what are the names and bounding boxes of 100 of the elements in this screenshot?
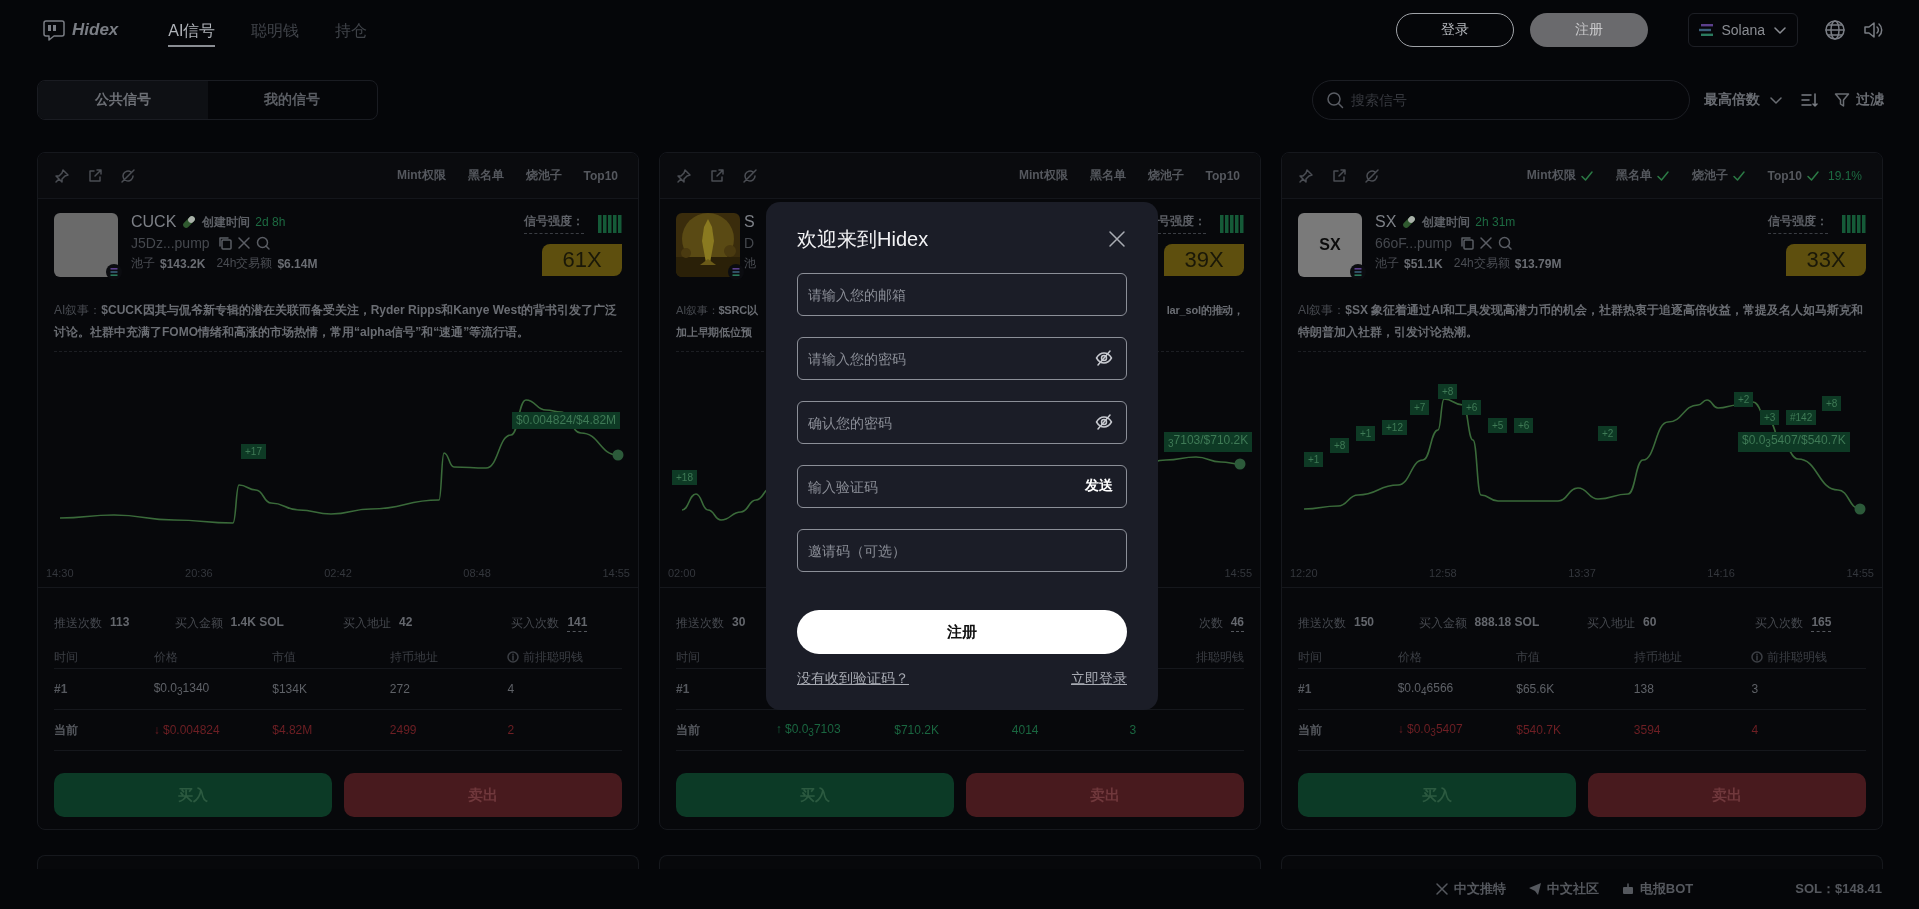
buy-count-tag: +8 (1822, 396, 1842, 411)
stat-label: 推送次数 (1298, 614, 1346, 632)
table-cell-text: $0.0$_{3}$1340 (153, 680, 211, 698)
table-cell-text: 当前 (1298, 721, 1323, 739)
buy-count-tag: +12 (1382, 420, 1407, 435)
token-name: S (744, 213, 755, 231)
nav-tab[interactable]: 聪明钱 (251, 13, 300, 47)
token-name: SX (1375, 213, 1397, 231)
register-button[interactable]: 注册 (1530, 13, 1649, 47)
info-icon (1751, 651, 1764, 663)
created-age: 2d 8h (255, 215, 286, 229)
buy-count-tag: +8 (1330, 438, 1350, 453)
sort-dropdown[interactable]: 最高倍数 (1704, 91, 1784, 109)
segment-tab[interactable]: 公共信号 (38, 81, 208, 119)
sort-icon[interactable] (1800, 91, 1818, 109)
multiplier-badge: 33X (1786, 244, 1866, 276)
paper-plane-icon (1527, 882, 1542, 896)
external-link-icon[interactable] (1331, 167, 1347, 184)
sol-price: SOL：$148.41 (1795, 880, 1882, 898)
resend-link[interactable]: 没有收到验证码？ (797, 670, 909, 688)
pool-value: $51.1K (1404, 256, 1443, 271)
signal-strength-label: 信号强度： (1768, 213, 1828, 234)
token-address: 66oF...pump (1375, 235, 1453, 251)
table-cell-text: ↓ $0.004824 (153, 723, 221, 737)
stat-label: 买入地址 (342, 614, 391, 632)
price-tag: $0.0$_{3}$5407/$540.7K (1738, 432, 1850, 453)
token-avatar (54, 213, 118, 277)
pin-icon[interactable] (676, 167, 692, 184)
buy-count-tag: +3 (1760, 410, 1780, 425)
buy-count-tag: +2 (1734, 392, 1754, 407)
stat-label: 买入金额 (1418, 614, 1467, 632)
input-field[interactable]: 确认您的密码 (797, 401, 1127, 444)
pool-label: 池子 (1375, 255, 1399, 272)
end-dot (1854, 503, 1866, 515)
segment-tab[interactable]: 我的信号 (207, 81, 377, 119)
x-logo-icon[interactable] (1479, 236, 1494, 250)
table-cell-text: $540.7K (1516, 723, 1562, 737)
table-cell-text: #1 (676, 682, 691, 696)
external-link-icon[interactable] (87, 167, 103, 184)
globe-icon[interactable] (1824, 19, 1846, 41)
register-submit-button[interactable]: 注册 (797, 610, 1127, 654)
search-icon[interactable] (255, 236, 270, 250)
input-field[interactable]: 邀请码（可选） (797, 529, 1127, 572)
table-cell-text: 当前 (676, 721, 701, 739)
footer-link[interactable]: 中文推特 (1434, 880, 1506, 898)
table-cell-text: 3 (1129, 723, 1138, 737)
nav-tab[interactable]: AI信号 (168, 13, 216, 47)
refresh-icon[interactable] (120, 167, 136, 184)
flag-label: Top10 (583, 168, 618, 183)
pin-icon[interactable] (54, 167, 70, 184)
volume-label: 24h交易额 (216, 255, 273, 272)
buy-count-tag: +7 (1410, 400, 1430, 415)
pool-label: 池 (744, 255, 756, 272)
login-link[interactable]: 立即登录 (1071, 670, 1127, 688)
volume-value: $6.14M (277, 256, 318, 271)
ai-narrative: 加上早期低位预 (676, 325, 752, 340)
eye-off-icon[interactable] (1095, 349, 1113, 367)
copy-icon[interactable] (217, 236, 232, 250)
pin-icon[interactable] (1298, 167, 1314, 184)
input-field[interactable]: 请输入您的密码 (797, 337, 1127, 380)
refresh-icon[interactable] (1364, 167, 1380, 184)
nav-tab[interactable]: 持仓 (335, 13, 368, 47)
table-cell-text: 4 (507, 682, 516, 696)
created-label: 创建时间 (1422, 213, 1471, 231)
send-code-button[interactable]: 发送 (1085, 477, 1113, 495)
strength-meter (598, 214, 622, 233)
table-cell-text: 3 (1751, 682, 1760, 696)
table-cell-text: 4014 (1011, 723, 1040, 737)
x-logo-icon[interactable] (236, 236, 251, 250)
pool-label: 池子 (131, 255, 155, 272)
flag-label: 烧池子 (1147, 167, 1184, 184)
footer-link[interactable]: 电报BOT (1620, 880, 1694, 898)
created-age: 2h 31m (1475, 215, 1516, 229)
table-cell-text: 138 (1633, 682, 1655, 696)
table-cell-text: ↓ $0.0$_{3}$5407 (1397, 721, 1464, 739)
stat-value: 30 (732, 614, 746, 631)
table-cell-text: #1 (1298, 682, 1313, 696)
chain-selector[interactable]: Solana (1688, 13, 1798, 47)
copy-icon[interactable] (1460, 236, 1475, 250)
input-field[interactable]: 请输入您的邮箱 (797, 273, 1127, 316)
created-label: 创建时间 (202, 213, 251, 231)
speaker-icon[interactable] (1862, 19, 1884, 41)
top10-share: 19.1% (1827, 168, 1862, 183)
filter-icon (1834, 92, 1850, 108)
stat-label: 买入金额 (174, 614, 223, 632)
stat-value: 150 (1354, 614, 1375, 631)
search-icon[interactable] (1498, 236, 1513, 250)
flag-label: 烧池子 (525, 167, 562, 184)
eye-off-icon[interactable] (1095, 413, 1113, 431)
footer-link[interactable]: 中文社区 (1527, 880, 1599, 898)
flag-label: Mint权限 (396, 167, 446, 184)
table-cell-text: $4.82M (272, 723, 314, 737)
close-icon[interactable] (1107, 229, 1127, 249)
stat-value: 165 (1811, 614, 1832, 632)
multiplier-badge: 39X (1164, 244, 1244, 276)
stat-value: 1.4K SOL (230, 614, 284, 631)
refresh-icon[interactable] (742, 167, 758, 184)
filter-button[interactable]: 过滤 (1834, 91, 1884, 109)
external-link-icon[interactable] (709, 167, 725, 184)
stat-value: 60 (1642, 614, 1657, 631)
